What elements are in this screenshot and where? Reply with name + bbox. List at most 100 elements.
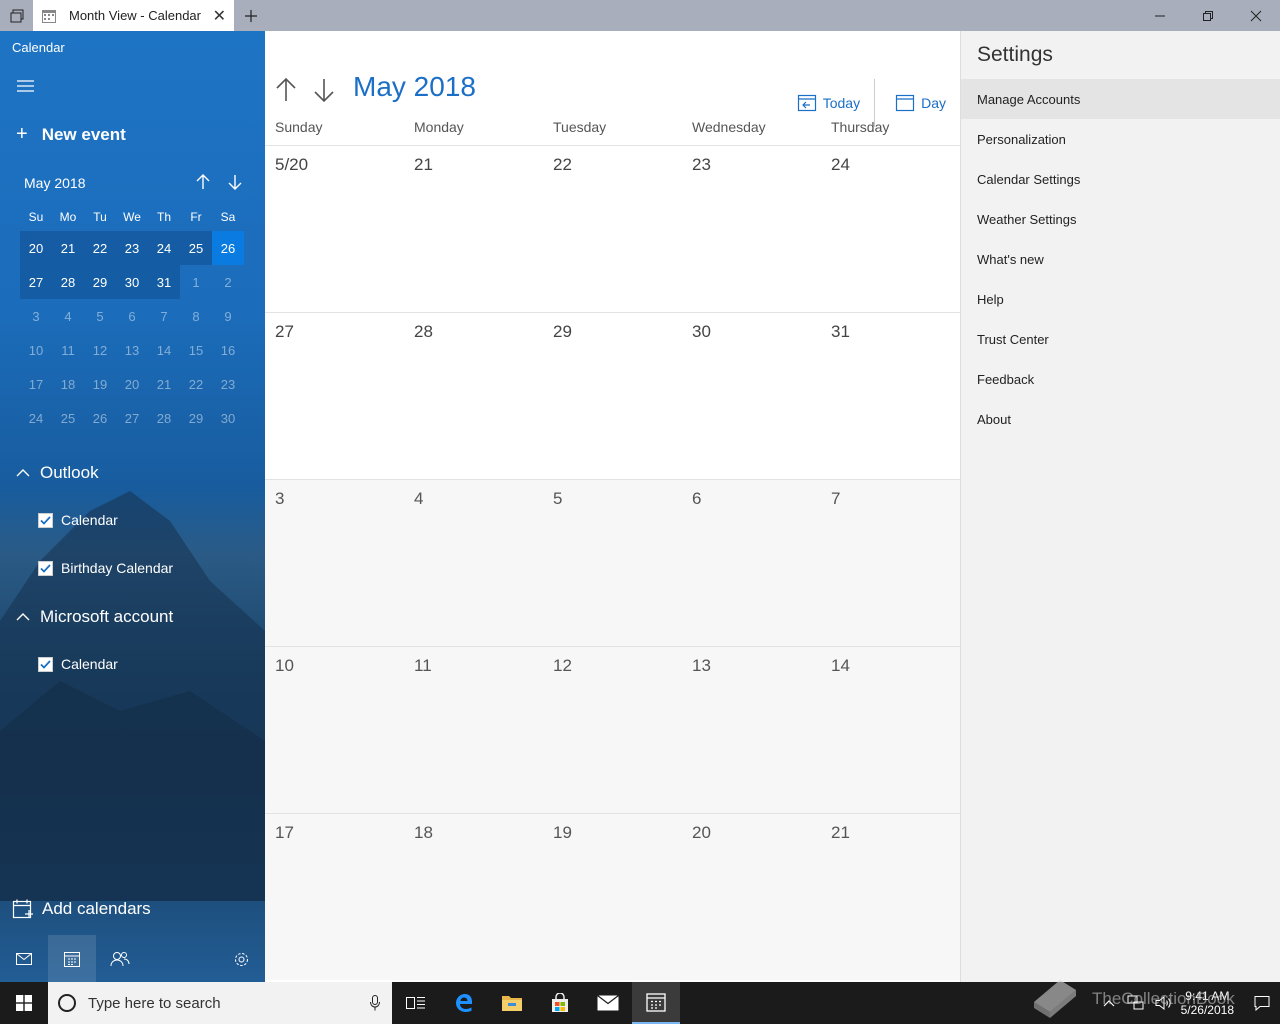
mini-day[interactable]: 11 — [52, 333, 84, 367]
day-cell[interactable]: 22 — [543, 146, 682, 312]
mini-day[interactable]: 5 — [84, 299, 116, 333]
minimize-button[interactable] — [1136, 0, 1184, 31]
today-button[interactable]: Today — [797, 94, 860, 112]
mini-day[interactable]: 28 — [52, 265, 84, 299]
day-cell[interactable]: 23 — [682, 146, 821, 312]
day-cell[interactable]: 10 — [265, 647, 404, 813]
day-cell[interactable]: 14 — [821, 647, 960, 813]
mini-day[interactable]: 28 — [148, 401, 180, 435]
edge-browser-icon[interactable] — [440, 982, 488, 1024]
mini-day[interactable]: 25 — [180, 231, 212, 265]
mini-day[interactable]: 7 — [148, 299, 180, 333]
mini-day[interactable]: 13 — [116, 333, 148, 367]
mini-day[interactable]: 12 — [84, 333, 116, 367]
gear-icon[interactable] — [217, 935, 265, 982]
mini-day[interactable]: 3 — [20, 299, 52, 333]
calendar-toggle-birthday-calendar[interactable]: Birthday Calendar — [38, 560, 173, 576]
mini-day[interactable]: 2 — [212, 265, 244, 299]
calendar-icon[interactable] — [48, 935, 96, 982]
calendar-app-icon[interactable] — [632, 982, 680, 1024]
month-title[interactable]: May 2018 — [353, 71, 476, 103]
mini-day[interactable]: 6 — [116, 299, 148, 333]
group-header-outlook[interactable]: Outlook — [16, 463, 99, 483]
mini-day[interactable]: 9 — [212, 299, 244, 333]
day-cell[interactable]: 29 — [543, 313, 682, 479]
settings-item-personalization[interactable]: Personalization — [961, 119, 1280, 159]
mini-day[interactable]: 20 — [116, 367, 148, 401]
task-view-icon[interactable] — [392, 982, 440, 1024]
settings-item-weather-settings[interactable]: Weather Settings — [961, 199, 1280, 239]
mini-day[interactable]: 19 — [84, 367, 116, 401]
day-cell[interactable]: 19 — [543, 814, 682, 980]
previous-month-arrow-icon[interactable] — [275, 77, 297, 103]
day-cell[interactable]: 4 — [404, 480, 543, 646]
day-cell[interactable]: 3 — [265, 480, 404, 646]
mini-day[interactable]: 30 — [212, 401, 244, 435]
settings-item-about[interactable]: About — [961, 399, 1280, 439]
file-explorer-icon[interactable] — [488, 982, 536, 1024]
day-cell[interactable]: 13 — [682, 647, 821, 813]
arrow-up-icon[interactable] — [194, 173, 212, 191]
mini-day[interactable]: 10 — [20, 333, 52, 367]
mini-calendar-title[interactable]: May 2018 — [24, 175, 85, 191]
mini-day[interactable]: 1 — [180, 265, 212, 299]
mini-day[interactable]: 15 — [180, 333, 212, 367]
arrow-down-icon[interactable] — [226, 173, 244, 191]
mini-day[interactable]: 29 — [180, 401, 212, 435]
mini-day[interactable]: 21 — [148, 367, 180, 401]
mini-day[interactable]: 18 — [52, 367, 84, 401]
mini-day[interactable]: 16 — [212, 333, 244, 367]
day-cell[interactable]: 27 — [265, 313, 404, 479]
browser-tab[interactable]: Month View - Calendar ✕ — [33, 0, 234, 31]
mini-day[interactable]: 22 — [180, 367, 212, 401]
mini-day[interactable]: 23 — [212, 367, 244, 401]
mini-day[interactable]: 25 — [52, 401, 84, 435]
calendar-toggle-ms-calendar[interactable]: Calendar — [38, 656, 118, 672]
day-cell[interactable]: 17 — [265, 814, 404, 980]
day-cell[interactable]: 11 — [404, 647, 543, 813]
taskbar-search-box[interactable]: Type here to search — [48, 982, 392, 1024]
add-calendars-button[interactable]: Add calendars — [12, 898, 151, 920]
new-event-button[interactable]: + New event — [16, 123, 126, 146]
settings-item-calendar-settings[interactable]: Calendar Settings — [961, 159, 1280, 199]
close-tab-icon[interactable]: ✕ — [213, 6, 226, 26]
day-cell[interactable]: 24 — [821, 146, 960, 312]
mini-day[interactable]: 22 — [84, 231, 116, 265]
day-cell[interactable]: 28 — [404, 313, 543, 479]
day-cell[interactable]: 6 — [682, 480, 821, 646]
new-tab-button[interactable] — [234, 0, 268, 31]
checkbox-checked-icon[interactable] — [38, 512, 53, 528]
day-cell[interactable]: 31 — [821, 313, 960, 479]
task-view-icon[interactable] — [0, 0, 33, 31]
day-cell[interactable]: 30 — [682, 313, 821, 479]
calendar-toggle-outlook-calendar[interactable]: Calendar — [38, 512, 118, 528]
mini-day[interactable]: 27 — [20, 265, 52, 299]
day-cell[interactable]: 20 — [682, 814, 821, 980]
mini-day[interactable]: 20 — [20, 231, 52, 265]
mini-day[interactable]: 27 — [116, 401, 148, 435]
next-month-arrow-icon[interactable] — [313, 77, 335, 103]
mini-day[interactable]: 24 — [20, 401, 52, 435]
settings-item-trust-center[interactable]: Trust Center — [961, 319, 1280, 359]
day-view-button[interactable]: Day — [895, 94, 946, 112]
day-cell[interactable]: 7 — [821, 480, 960, 646]
microphone-icon[interactable] — [370, 995, 380, 1011]
mail-app-icon[interactable] — [584, 982, 632, 1024]
store-icon[interactable] — [536, 982, 584, 1024]
mini-day[interactable]: 26 — [84, 401, 116, 435]
mini-day[interactable]: 14 — [148, 333, 180, 367]
settings-item-feedback[interactable]: Feedback — [961, 359, 1280, 399]
windows-start-icon[interactable] — [0, 982, 48, 1024]
mini-day[interactable]: 24 — [148, 231, 180, 265]
restore-button[interactable] — [1184, 0, 1232, 31]
hamburger-menu-icon[interactable] — [16, 78, 36, 94]
day-cell[interactable]: 5/20 — [265, 146, 404, 312]
day-cell[interactable]: 5 — [543, 480, 682, 646]
checkbox-checked-icon[interactable] — [38, 560, 53, 576]
mini-day[interactable]: 23 — [116, 231, 148, 265]
mail-icon[interactable] — [0, 935, 48, 982]
checkbox-checked-icon[interactable] — [38, 656, 53, 672]
people-icon[interactable] — [96, 935, 144, 982]
settings-item-manage-accounts[interactable]: Manage Accounts — [961, 79, 1280, 119]
day-cell[interactable]: 21 — [404, 146, 543, 312]
